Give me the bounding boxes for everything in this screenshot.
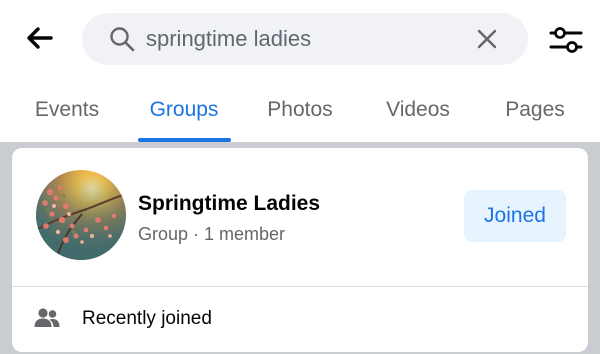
- recently-joined-row[interactable]: Recently joined: [12, 287, 588, 352]
- search-icon: [108, 25, 136, 53]
- group-result-card: Springtime Ladies Group · 1 member Joine…: [12, 148, 588, 352]
- search-filter-tabs: Events Groups Photos Videos Pages: [0, 78, 600, 142]
- tab-groups[interactable]: Groups: [134, 78, 234, 142]
- tab-videos[interactable]: Videos: [368, 78, 468, 142]
- back-button[interactable]: [22, 20, 58, 56]
- results-area: Springtime Ladies Group · 1 member Joine…: [0, 142, 600, 354]
- group-result-row[interactable]: Springtime Ladies Group · 1 member Joine…: [12, 148, 588, 286]
- tab-events[interactable]: Events: [14, 78, 120, 142]
- group-name[interactable]: Springtime Ladies: [138, 192, 320, 216]
- search-input[interactable]: [146, 13, 466, 65]
- top-bar: [0, 0, 600, 78]
- filter-button[interactable]: [546, 20, 586, 60]
- clear-search-button[interactable]: [474, 26, 500, 52]
- joined-button[interactable]: Joined: [464, 190, 566, 242]
- search-box[interactable]: [82, 13, 528, 65]
- arrow-left-icon: [27, 27, 53, 49]
- tab-photos[interactable]: Photos: [250, 78, 350, 142]
- close-icon: [477, 29, 497, 49]
- tab-pages[interactable]: Pages: [486, 78, 584, 142]
- people-icon: [34, 308, 60, 327]
- section-label: Recently joined: [82, 308, 212, 329]
- group-avatar[interactable]: [36, 170, 126, 260]
- filter-sliders-icon: [549, 27, 583, 53]
- group-meta: Group · 1 member: [138, 224, 286, 244]
